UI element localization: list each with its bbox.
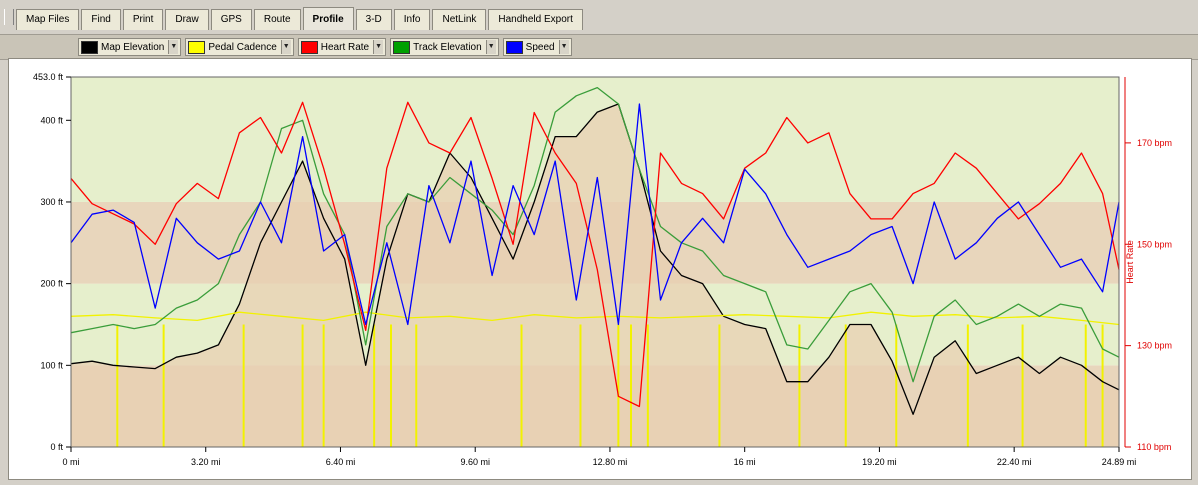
x-tick-label: 6.40 mi — [326, 457, 356, 467]
legend-heart-rate[interactable]: Heart Rate ▼ — [297, 38, 387, 56]
chevron-down-icon[interactable]: ▼ — [485, 40, 496, 54]
toolbar-grip[interactable] — [4, 9, 14, 25]
y-tick-label: 453.0 ft — [33, 72, 64, 82]
legend-track-elevation[interactable]: Track Elevation ▼ — [390, 38, 499, 56]
x-tick-label: 24.89 mi — [1102, 457, 1137, 467]
tab-print[interactable]: Print — [122, 9, 164, 30]
right-axis-label: Heart Rate — [1125, 240, 1135, 284]
x-tick-label: 12.80 mi — [593, 457, 628, 467]
tab-map-files[interactable]: Map Files — [16, 9, 80, 30]
legend-label: Speed — [525, 41, 555, 53]
tab-find[interactable]: Find — [81, 9, 121, 30]
chevron-down-icon[interactable]: ▼ — [558, 40, 569, 54]
right-tick-label: 130 bpm — [1137, 341, 1172, 351]
toolbar-tabs: Map Files Find Print Draw GPS Route Profile 3-D… — [0, 0, 1198, 34]
x-tick-label: 0 mi — [62, 457, 79, 467]
legend-map-elevation[interactable]: Map Elevation ▼ — [78, 38, 182, 56]
x-tick-label: 16 mi — [734, 457, 756, 467]
legend-speed[interactable]: Speed ▼ — [502, 38, 572, 56]
tab-3-d[interactable]: 3-D — [355, 9, 392, 30]
right-tick-label: 170 bpm — [1137, 138, 1172, 148]
profile-chart: 0 ft 100 ft 200 ft 300 ft 400 ft 453.0 ft 110 … — [33, 72, 1172, 467]
tab-draw[interactable]: Draw — [165, 9, 209, 30]
tab-strip: Map Files Find Print Draw GPS Route Profile 3-D… — [16, 7, 585, 31]
legend-list: Map Elevation ▼ Pedal Cadence ▼ Heart Rate ▼ T… — [78, 38, 576, 56]
chevron-down-icon[interactable]: ▼ — [280, 40, 291, 54]
legend-swatch — [81, 40, 98, 54]
chevron-down-icon[interactable]: ▼ — [168, 40, 179, 54]
y-tick-label: 0 ft — [50, 442, 63, 452]
profile-chart-frame: 0 ft 100 ft 200 ft 300 ft 400 ft 453.0 ft 110 … — [8, 58, 1192, 480]
legend-swatch — [505, 40, 523, 54]
chevron-down-icon[interactable]: ▼ — [373, 40, 384, 54]
legend-pedal-cadence[interactable]: Pedal Cadence ▼ — [185, 38, 294, 56]
tab-profile[interactable]: Profile — [302, 7, 354, 30]
y-tick-label: 100 ft — [40, 360, 63, 370]
y-tick-label: 300 ft — [40, 197, 63, 207]
x-tick-label: 22.40 mi — [997, 457, 1032, 467]
right-tick-label: 150 bpm — [1137, 239, 1172, 249]
tab-route[interactable]: Route — [253, 9, 301, 30]
tab-gps[interactable]: GPS — [210, 9, 252, 30]
legend-swatch — [393, 40, 411, 54]
tab-handheld-export[interactable]: Handheld Export — [488, 9, 583, 30]
tab-netlink[interactable]: NetLink — [432, 9, 487, 30]
legend-swatch — [300, 40, 318, 54]
legend-label: Heart Rate — [320, 41, 370, 53]
legend-label: Pedal Cadence — [208, 41, 277, 53]
y-tick-label: 400 ft — [40, 115, 63, 125]
x-tick-label: 9.60 mi — [460, 457, 490, 467]
right-tick-label: 110 bpm — [1137, 442, 1171, 452]
legend-swatch — [188, 40, 206, 54]
tab-info[interactable]: Info — [393, 9, 431, 30]
x-tick-label: 19.20 mi — [862, 457, 897, 467]
legend-label: Track Elevation — [413, 41, 482, 53]
legend-label: Map Elevation — [101, 41, 165, 53]
profile-legend-bar: Map Elevation ▼ Pedal Cadence ▼ Heart Rate ▼ T… — [0, 34, 1198, 60]
x-tick-label: 3.20 mi — [191, 457, 221, 467]
y-tick-label: 200 ft — [40, 279, 63, 289]
